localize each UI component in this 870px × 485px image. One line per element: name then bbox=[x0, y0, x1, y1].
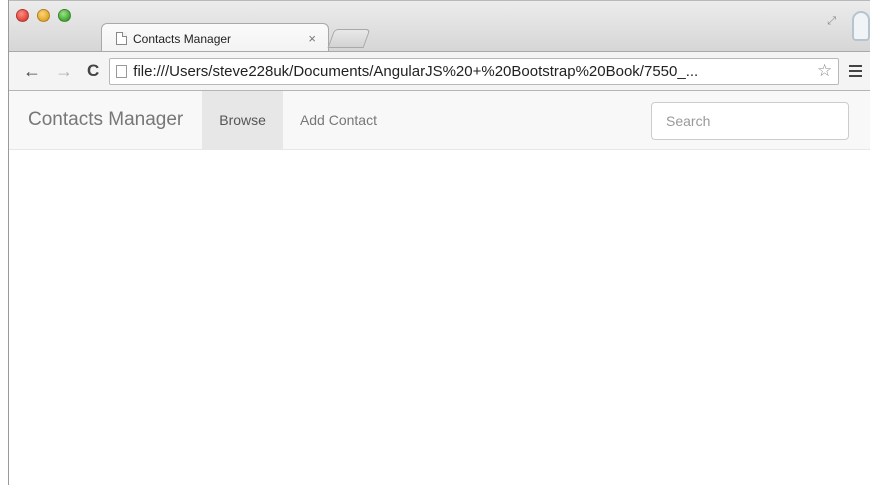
minimize-window-button[interactable] bbox=[37, 9, 50, 22]
window-controls bbox=[16, 9, 71, 22]
page-content bbox=[9, 150, 870, 485]
browser-window: Contacts Manager × ⤢ ← → C file:///Users… bbox=[8, 0, 870, 485]
reload-icon[interactable]: C bbox=[87, 61, 99, 81]
close-window-button[interactable] bbox=[16, 9, 29, 22]
page-icon bbox=[116, 32, 127, 45]
tab-close-icon[interactable]: × bbox=[308, 31, 316, 46]
search-input[interactable] bbox=[651, 102, 849, 140]
app-navbar: Contacts Manager Browse Add Contact bbox=[9, 91, 870, 150]
nav-link-browse[interactable]: Browse bbox=[202, 91, 283, 149]
address-bar[interactable]: file:///Users/steve228uk/Documents/Angul… bbox=[109, 57, 840, 85]
menu-icon[interactable] bbox=[849, 65, 863, 77]
tab-contacts-manager[interactable]: Contacts Manager × bbox=[101, 23, 329, 53]
browser-toolbar: ← → C file:///Users/steve228uk/Documents… bbox=[9, 51, 870, 91]
forward-arrow-icon[interactable]: → bbox=[55, 61, 73, 82]
nav-link-add-contact[interactable]: Add Contact bbox=[283, 91, 394, 149]
fullscreen-icon[interactable]: ⤢ bbox=[827, 15, 836, 28]
profile-icon[interactable] bbox=[852, 11, 870, 41]
file-icon bbox=[116, 64, 128, 78]
back-arrow-icon[interactable]: ← bbox=[23, 61, 41, 82]
bookmark-star-icon[interactable]: ☆ bbox=[817, 61, 832, 81]
zoom-window-button[interactable] bbox=[58, 9, 71, 22]
tab-strip: Contacts Manager × ⤢ bbox=[9, 0, 870, 53]
tab-title: Contacts Manager bbox=[133, 31, 232, 46]
url-text[interactable]: file:///Users/steve228uk/Documents/Angul… bbox=[133, 63, 817, 80]
navbar-brand[interactable]: Contacts Manager bbox=[9, 91, 202, 149]
new-tab-button[interactable] bbox=[327, 29, 371, 48]
